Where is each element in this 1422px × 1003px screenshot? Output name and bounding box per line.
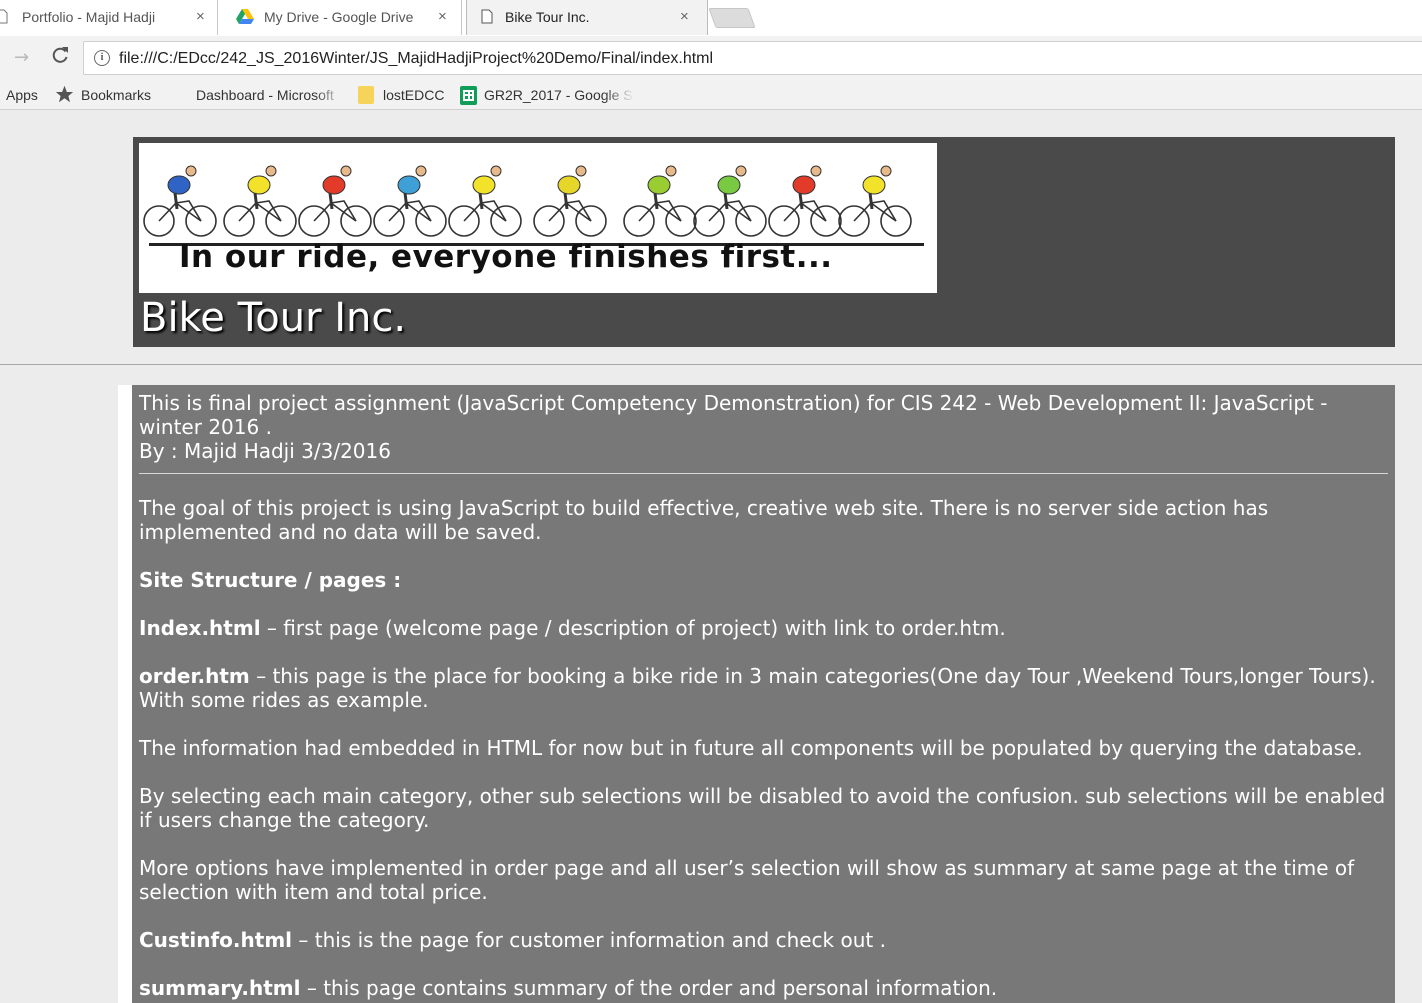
site-title: Bike Tour Inc.: [140, 295, 407, 341]
new-tab-button[interactable]: [708, 8, 756, 28]
banner-slogan: In our ride, everyone finishes first...: [179, 239, 833, 275]
index-page-desc: Index.html – first page (welcome page / …: [139, 616, 1006, 640]
folder-icon: [358, 86, 374, 104]
site-header: In our ride, everyone finishes first... …: [133, 137, 1395, 347]
bookmark-label: lostEDCC: [383, 87, 445, 103]
intro-text: This is final project assignment (JavaSc…: [139, 391, 1328, 439]
order-page-desc: order.htm – this page is the place for b…: [139, 664, 1376, 712]
summary-page-desc: summary.html – this page contains summar…: [139, 976, 998, 1000]
tab-my-drive[interactable]: My Drive - Google Drive ×: [222, 0, 462, 35]
tab-portfolio[interactable]: Portfolio - Majid Hadji ×: [0, 0, 218, 35]
bookmark-label: Bookmarks: [81, 87, 152, 103]
content-left-edge: [118, 385, 132, 1003]
page-icon: [481, 9, 493, 27]
page-icon: [0, 9, 8, 27]
google-sheets-icon: [460, 85, 477, 105]
tab-bike-tour-active[interactable]: Bike Tour Inc. ×: [466, 0, 708, 35]
cyclists-banner-image: In our ride, everyone finishes first...: [139, 143, 937, 293]
close-icon[interactable]: ×: [196, 8, 205, 25]
info-embedded-paragraph: The information had embedded in HTML for…: [139, 736, 1363, 760]
author-line: By : Majid Hadji 3/3/2016: [139, 439, 391, 463]
browser-tab-strip: Portfolio - Majid Hadji × My Drive - Goo…: [0, 0, 1422, 36]
page-name: Index.html: [139, 616, 261, 640]
bookmark-label: GR2R_2017 - Google Sheets: [484, 87, 634, 103]
bookmark-label: Apps: [6, 87, 38, 103]
bookmark-dashboard[interactable]: Dashboard - Microsoft: [170, 84, 344, 106]
header-divider: [0, 364, 1422, 365]
address-bar[interactable]: i file:///C:/EDcc/242_JS_2016Winter/JS_M…: [83, 41, 1422, 75]
close-icon[interactable]: ×: [438, 8, 447, 25]
reload-icon[interactable]: [50, 45, 70, 70]
category-select-paragraph: By selecting each main category, other s…: [139, 784, 1386, 832]
tab-title: My Drive - Google Drive: [264, 9, 414, 25]
content-divider: [139, 473, 1388, 474]
microsoft-icon: [170, 86, 189, 105]
page-name: Custinfo.html: [139, 928, 293, 952]
page-name: summary.html: [139, 976, 301, 1000]
tab-title: Portfolio - Majid Hadji: [22, 9, 156, 25]
more-options-paragraph: More options have implemented in order p…: [139, 856, 1355, 904]
close-icon[interactable]: ×: [680, 8, 689, 25]
tab-title: Bike Tour Inc.: [505, 9, 590, 25]
bookmark-bookmarks[interactable]: Bookmarks: [55, 84, 151, 106]
bookmark-gr2r[interactable]: GR2R_2017 - Google Sheets: [460, 84, 634, 106]
page-name: order.htm: [139, 664, 250, 688]
info-icon[interactable]: i: [94, 50, 110, 66]
main-content: This is final project assignment (JavaSc…: [132, 385, 1395, 1003]
bookmark-apps[interactable]: Apps: [6, 84, 38, 106]
custinfo-page-desc: Custinfo.html – this is the page for cus…: [139, 928, 886, 952]
browser-toolbar: → i file:///C:/EDcc/242_JS_2016Winter/JS…: [0, 36, 1422, 80]
star-icon: [55, 85, 74, 106]
goal-paragraph: The goal of this project is using JavaSc…: [139, 496, 1269, 544]
url-text[interactable]: file:///C:/EDcc/242_JS_2016Winter/JS_Maj…: [119, 50, 713, 68]
forward-arrow-icon[interactable]: →: [14, 47, 29, 68]
bookmark-label: Dashboard - Microsoft: [196, 87, 334, 103]
google-drive-icon: [236, 9, 254, 28]
bookmark-lostedcc[interactable]: lostEDCC: [358, 84, 444, 106]
bookmarks-bar: Apps Bookmarks Dashboard - Microsoft los…: [0, 80, 1422, 110]
structure-heading: Site Structure / pages :: [139, 568, 402, 592]
page-viewport: In our ride, everyone finishes first... …: [0, 111, 1422, 1003]
